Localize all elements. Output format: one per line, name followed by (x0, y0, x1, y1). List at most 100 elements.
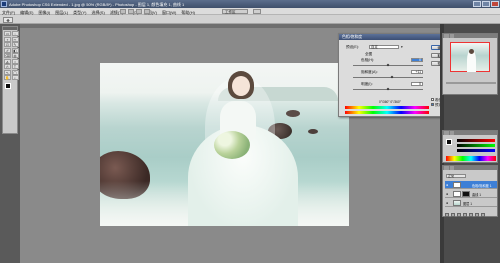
bouquet (214, 131, 250, 159)
minibridge-icon[interactable] (128, 9, 134, 14)
layer-thumbnail (453, 200, 461, 206)
arrange-icon[interactable] (144, 9, 150, 14)
blue-slider[interactable] (457, 149, 495, 152)
lightness-label: 明度(I): (361, 82, 373, 86)
window-controls (473, 1, 499, 7)
channel-select[interactable]: 全图 (365, 52, 372, 57)
layer-name: 图层 1 (463, 202, 473, 206)
trash-icon[interactable] (481, 213, 485, 217)
options-bar: ✥ (0, 15, 500, 24)
marquee-tool[interactable]: ▭ (4, 31, 11, 36)
minimize-button[interactable] (473, 1, 481, 7)
chevron-down-icon[interactable]: ▾ (401, 45, 403, 49)
checkbox-icon (431, 98, 434, 101)
type-tool[interactable]: T (11, 64, 19, 69)
hue-input[interactable]: 0 (411, 58, 423, 62)
panel-header[interactable] (443, 166, 497, 170)
stamp-tool[interactable]: ◧ (11, 47, 19, 53)
healing-tool[interactable]: ✎ (11, 42, 19, 47)
angle-readout: 0°/360° 0°/360° (379, 100, 401, 104)
window-title: Adobe Photoshop CS6 Extended - 1.jpg @ 5… (9, 1, 185, 7)
saturation-input[interactable]: +11 (411, 70, 423, 74)
workspace-switcher[interactable]: 工作区 (222, 9, 248, 14)
lightness-slider-handle[interactable] (386, 87, 390, 91)
navigator-thumbnail[interactable] (450, 42, 490, 72)
tab-layers[interactable] (444, 166, 449, 170)
maximize-button[interactable] (482, 1, 490, 7)
blur-tool[interactable]: ◭ (4, 58, 11, 64)
hue-slider-handle[interactable] (386, 63, 390, 67)
foreground-color[interactable] (5, 83, 11, 89)
brush-tool[interactable]: ✐ (4, 47, 11, 53)
mask-icon[interactable] (457, 213, 461, 217)
rock (286, 110, 300, 117)
folder-icon[interactable] (469, 213, 473, 217)
fx-icon[interactable] (451, 213, 455, 217)
pen-tool[interactable]: ✍ (4, 64, 11, 69)
layer-name: 曲线 1 (472, 193, 482, 197)
hand-tool[interactable]: ✋ (4, 75, 11, 80)
quick-buttons (120, 9, 150, 14)
layers-panel: 正常 ● 色相/饱和度 1 ● 曲线 1 ● 图层 1 (442, 165, 498, 217)
foreground-swatch[interactable] (446, 139, 452, 145)
crop-tool[interactable]: ✂ (11, 36, 19, 42)
eyedropper-tool[interactable]: ⊡ (4, 42, 11, 47)
hue-saturation-dialog: 色相/饱和度 预设(E): 自定 ▾ 全图 色相(H): 0 饱和度(A): +… (338, 33, 456, 117)
path-select-tool[interactable]: ↖ (4, 69, 11, 75)
zoom-slider[interactable] (446, 82, 496, 84)
blend-mode-select[interactable]: 正常 (446, 174, 466, 178)
quick-select-tool[interactable]: ⌖ (4, 36, 11, 42)
saturation-slider[interactable] (353, 77, 423, 78)
tab-color[interactable] (444, 131, 449, 135)
adjustment-layer-icon[interactable] (463, 213, 467, 217)
search-icon[interactable] (253, 9, 261, 14)
zoom-tool[interactable]: ⌕ (11, 75, 19, 80)
link-icon[interactable] (445, 213, 449, 217)
tab-swatches[interactable] (449, 131, 455, 135)
red-slider[interactable] (457, 139, 495, 142)
dialog-title[interactable]: 色相/饱和度 (339, 34, 456, 40)
lightness-input[interactable]: 0 (411, 82, 423, 86)
tab-navigator[interactable] (444, 34, 449, 38)
zoom-level-icon[interactable] (136, 9, 142, 14)
curves-icon (453, 191, 461, 197)
canvas-photo[interactable] (100, 63, 349, 226)
tab-histogram[interactable] (449, 34, 455, 38)
lasso-tool[interactable]: ◌ (11, 31, 19, 36)
layer-row[interactable]: ● 曲线 1 (445, 190, 497, 198)
dodge-tool[interactable]: ○ (11, 58, 19, 64)
thumbnail-figure-head (469, 49, 474, 54)
panel-header[interactable] (443, 131, 497, 135)
layer-mask-thumbnail (462, 191, 470, 197)
preset-select[interactable]: 自定 (369, 45, 399, 49)
gradient-tool[interactable]: ◍ (11, 53, 19, 58)
hue-label: 色相(H): (361, 58, 375, 62)
saturation-label: 饱和度(A): (361, 70, 378, 74)
new-layer-icon[interactable] (475, 213, 479, 217)
document-tab-bar[interactable] (20, 24, 440, 28)
color-panel (442, 130, 498, 163)
tools-panel: ▭ ◌ ⌖ ✂ ⊡ ✎ ✐ ◧ ⌫ ◍ ◭ ○ ✍ T ↖ ▢ ✋ ⌕ (2, 26, 19, 134)
saturation-slider-handle[interactable] (390, 75, 394, 79)
photoshop-icon (1, 1, 7, 7)
layer-row[interactable]: ● 色相/饱和度 1 (445, 181, 497, 189)
layer-name: 色相/饱和度 1 (472, 184, 492, 188)
shape-tool[interactable]: ▢ (11, 69, 19, 75)
title-bar: Adobe Photoshop CS6 Extended - 1.jpg @ 5… (0, 0, 500, 8)
current-tool-icon[interactable]: ✥ (3, 16, 13, 23)
hue-spectrum-bar-bottom (345, 111, 429, 114)
tab-channels[interactable] (449, 166, 455, 170)
panel-header[interactable] (443, 34, 497, 38)
eye-icon[interactable]: ● (446, 201, 448, 205)
eraser-tool[interactable]: ⌫ (4, 53, 11, 58)
eye-icon[interactable]: ● (446, 192, 448, 196)
rock (308, 129, 318, 134)
eye-icon[interactable]: ● (446, 183, 448, 187)
close-button[interactable] (491, 1, 499, 7)
layers-footer (445, 213, 485, 217)
color-swatches (3, 83, 17, 95)
green-slider[interactable] (457, 144, 495, 147)
layer-row[interactable]: ● 图层 1 (445, 199, 497, 207)
bridge-icon[interactable] (120, 9, 126, 14)
color-spectrum-bar[interactable] (446, 156, 496, 161)
